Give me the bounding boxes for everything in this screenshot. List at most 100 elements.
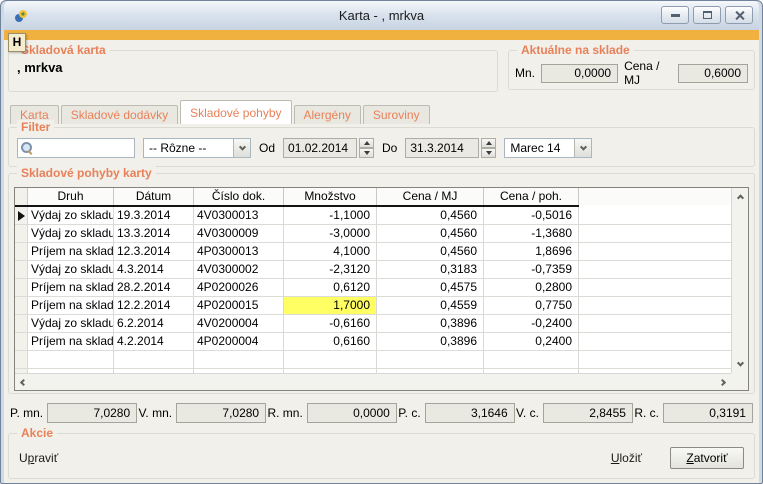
cell-druh[interactable]: Výdaj zo skladu na — [28, 315, 114, 333]
vertical-scrollbar[interactable] — [731, 188, 748, 373]
table-row[interactable]: Výdaj zo skladu na13.3.20144V0300009-3,0… — [15, 225, 731, 243]
cell-cena_mj[interactable] — [377, 351, 484, 369]
cell-cena_mj[interactable]: 0,3896 — [377, 315, 484, 333]
cell-datum[interactable]: 28.2.2014 — [114, 279, 194, 297]
cell-cena_poh[interactable]: 1,8696 — [484, 243, 579, 261]
cell-druh[interactable]: Príjem na sklad — [28, 279, 114, 297]
cell-cena_mj[interactable]: 0,4560 — [377, 225, 484, 243]
spin-down-button[interactable] — [481, 148, 496, 158]
cell-cislo[interactable]: 4V0300013 — [194, 207, 284, 225]
table-row[interactable] — [15, 351, 731, 369]
from-date-input[interactable]: 01.02.2014 — [283, 138, 357, 158]
cell-mnozstvo[interactable]: -2,3120 — [284, 261, 377, 279]
cell-druh[interactable]: Výdaj zo skladu na — [28, 225, 114, 243]
cell-mnozstvo[interactable]: 0,6120 — [284, 279, 377, 297]
cell-druh[interactable]: Príjem na sklad — [28, 333, 114, 351]
column-header-cislo-dok[interactable]: Číslo dok. — [194, 188, 284, 205]
cell-cena_poh[interactable]: -0,7359 — [484, 261, 579, 279]
cell-cislo[interactable]: 4P0200015 — [194, 297, 284, 315]
cell-datum[interactable]: 4.3.2014 — [114, 261, 194, 279]
window-maximize-button[interactable] — [693, 6, 721, 24]
spin-down-button[interactable] — [359, 148, 374, 158]
cell-cislo[interactable]: 4P0200026 — [194, 279, 284, 297]
cell-mnozstvo[interactable]: 0,6160 — [284, 333, 377, 351]
column-header-druh[interactable]: Druh — [28, 188, 114, 205]
tab-suroviny[interactable]: Suroviny — [363, 105, 430, 124]
tab-skladove-dodavky[interactable]: Skladové dodávky — [61, 105, 178, 124]
cell-cena_poh[interactable]: 0,2400 — [484, 333, 579, 351]
title-bar[interactable]: Karta - , mrkva — [4, 1, 759, 30]
spin-up-button[interactable] — [481, 138, 496, 148]
cell-datum[interactable]: 12.2.2014 — [114, 297, 194, 315]
cell-cislo[interactable] — [194, 351, 284, 369]
cell-cena_poh[interactable] — [484, 351, 579, 369]
cell-mnozstvo[interactable]: -1,1000 — [284, 207, 377, 225]
column-header-datum[interactable]: Dátum — [114, 188, 194, 205]
search-box[interactable] — [17, 138, 135, 158]
cell-druh[interactable]: Príjem na sklad — [28, 243, 114, 261]
cell-datum[interactable]: 19.3.2014 — [114, 207, 194, 225]
cell-druh[interactable] — [28, 351, 114, 369]
table-row[interactable]: Príjem na sklad4.2.20144P02000040,61600,… — [15, 333, 731, 351]
table-row[interactable]: Výdaj zo skladu na4.3.20144V0300002-2,31… — [15, 261, 731, 279]
column-header-mnozstvo[interactable]: Množstvo — [284, 188, 377, 205]
tab-alergeny[interactable]: Alergény — [294, 105, 361, 124]
cell-druh[interactable]: Príjem na sklad — [28, 297, 114, 315]
cell-cislo[interactable]: 4V0300009 — [194, 225, 284, 243]
cell-mnozstvo[interactable] — [284, 351, 377, 369]
cell-cena_mj[interactable]: 0,4560 — [377, 207, 484, 225]
cell-datum[interactable]: 13.3.2014 — [114, 225, 194, 243]
table-row[interactable]: Príjem na sklad28.2.20144P02000260,61200… — [15, 279, 731, 297]
cell-cislo[interactable]: 4P0200004 — [194, 333, 284, 351]
cell-mnozstvo[interactable]: -0,6160 — [284, 315, 377, 333]
table-row[interactable]: Príjem na sklad12.2.20144P02000151,70000… — [15, 297, 731, 315]
column-header-cena-poh[interactable]: Cena / poh. — [484, 188, 579, 205]
h-button[interactable]: H — [8, 33, 26, 52]
cell-cena_poh[interactable]: 0,2800 — [484, 279, 579, 297]
cell-druh[interactable]: Výdaj zo skladu na — [28, 261, 114, 279]
window-close-button[interactable] — [725, 6, 753, 24]
scroll-left-button[interactable] — [15, 374, 32, 390]
spin-up-button[interactable] — [359, 138, 374, 148]
cell-datum[interactable]: 4.2.2014 — [114, 333, 194, 351]
cell-cislo[interactable]: 4V0300002 — [194, 261, 284, 279]
cell-cena_mj[interactable]: 0,4560 — [377, 243, 484, 261]
cell-mnozstvo[interactable]: -3,0000 — [284, 225, 377, 243]
cell-cena_poh[interactable]: -0,2400 — [484, 315, 579, 333]
cell-cena_mj[interactable]: 0,3896 — [377, 333, 484, 351]
cell-mnozstvo[interactable]: 1,7000 — [284, 297, 377, 315]
cell-cena_poh[interactable]: 0,7750 — [484, 297, 579, 315]
vertical-scroll-track[interactable] — [732, 205, 748, 356]
action-edit-button[interactable]: Upraviť — [19, 451, 58, 465]
action-save-button[interactable]: Uložiť — [611, 451, 642, 465]
cell-datum[interactable]: 12.3.2014 — [114, 243, 194, 261]
horizontal-scroll-track[interactable] — [32, 374, 714, 390]
scroll-down-button[interactable] — [732, 356, 748, 373]
scroll-up-button[interactable] — [732, 188, 748, 205]
to-date-spinner[interactable] — [481, 138, 496, 158]
cell-cislo[interactable]: 4P0300013 — [194, 243, 284, 261]
range-combobox-arrow[interactable] — [233, 139, 250, 157]
scroll-right-button[interactable] — [714, 374, 731, 390]
cell-datum[interactable]: 6.2.2014 — [114, 315, 194, 333]
cell-cena_mj[interactable]: 0,4575 — [377, 279, 484, 297]
cell-mnozstvo[interactable]: 4,1000 — [284, 243, 377, 261]
search-input[interactable] — [33, 140, 131, 156]
table-row[interactable]: Príjem na sklad12.3.20144P03000134,10000… — [15, 243, 731, 261]
cell-druh[interactable]: Výdaj zo skladu na — [28, 207, 114, 225]
column-header-cena-mj[interactable]: Cena / MJ — [377, 188, 484, 205]
cell-cena_poh[interactable]: -1,3680 — [484, 225, 579, 243]
from-date-spinner[interactable] — [359, 138, 374, 158]
cell-cena_mj[interactable]: 0,4559 — [377, 297, 484, 315]
cell-cislo[interactable]: 4V0200004 — [194, 315, 284, 333]
horizontal-scrollbar[interactable] — [15, 373, 731, 390]
cell-datum[interactable] — [114, 351, 194, 369]
month-combobox[interactable]: Marec 14 — [504, 138, 592, 158]
cell-cena_poh[interactable]: -0,5016 — [484, 207, 579, 225]
table-row[interactable]: Výdaj zo skladu na6.2.20144V0200004-0,61… — [15, 315, 731, 333]
window-minimize-button[interactable] — [661, 6, 689, 24]
table-row[interactable]: Výdaj zo skladu na19.3.20144V0300013-1,1… — [15, 207, 731, 225]
to-date-input[interactable]: 31.3.2014 — [405, 138, 479, 158]
tab-skladove-pohyby[interactable]: Skladové pohyby — [180, 100, 291, 124]
range-combobox[interactable]: -- Rôzne -- — [143, 138, 251, 158]
